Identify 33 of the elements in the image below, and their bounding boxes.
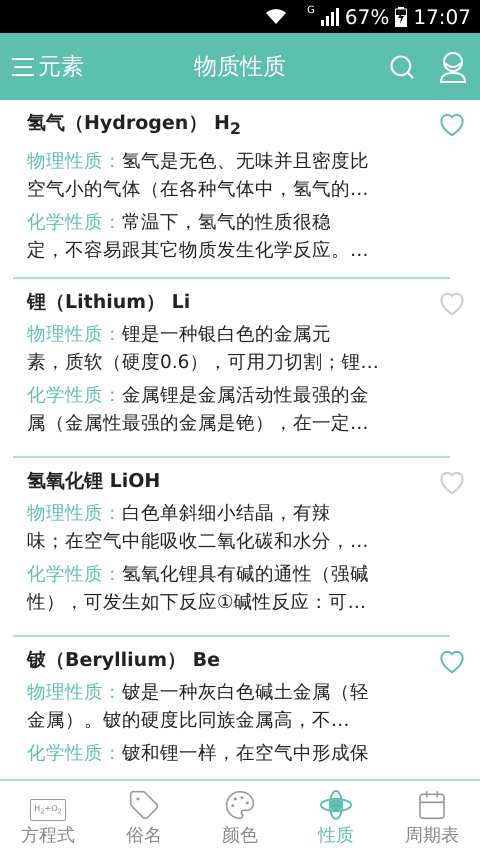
property-text: 化学性质：铍和锂一样，在空气中形成保	[27, 742, 370, 766]
property-text: 物理性质：铍是一种灰白色碱土金属（轻 金属）。铍的硬度比同族金属高，不…	[27, 681, 370, 733]
substance-title: 氢氧化锂 LiOH	[27, 469, 162, 494]
signal-icon	[320, 8, 339, 26]
property-text: 物理性质：氢气是无色、无味并且密度比 空气小的气体（在各种气体中，氢气的…	[27, 150, 370, 202]
substance-title: 氢气（Hydrogen） H$_{2}$	[27, 111, 242, 140]
equation-board-icon: H$_{2}$+O$_{2}$	[30, 799, 66, 821]
battery-percent: 67%	[344, 4, 390, 28]
menu-button[interactable]: 元素	[12, 51, 84, 82]
profile-button[interactable]	[438, 50, 468, 82]
calendar-icon	[416, 789, 448, 821]
nav-tab[interactable]: 周期表	[384, 781, 480, 853]
page-title: 物质性质	[193, 53, 287, 82]
property-text: 化学性质：氢氧化锂具有碱的通性（强碱 性），可发生如下反应①碱性反应：可…	[27, 563, 370, 615]
battery-charging-icon	[395, 6, 408, 26]
network-type: G	[307, 5, 315, 16]
tag-icon	[128, 789, 160, 821]
nav-tab[interactable]: 颜色	[192, 781, 288, 853]
wifi-icon	[265, 8, 288, 25]
palette-icon	[224, 789, 256, 821]
nav-tab[interactable]: 性质	[288, 781, 384, 853]
property-text: 化学性质：常温下，氢气的性质很稳 定，不容易跟其它物质发生化学反应。…	[27, 210, 370, 263]
substance-title: 锂（Lithium） Li	[27, 290, 192, 315]
property-text: 化学性质：金属锂是金属活动性最强的金 属（金属性最强的金属是铯），在一定…	[27, 384, 370, 436]
clock: 17:07	[413, 4, 471, 28]
property-text: 物理性质：锂是一种银白色的金属元 素，质软（硬度0.6），可用刀切割；锂…	[27, 323, 380, 375]
atom-icon	[319, 789, 353, 821]
search-button[interactable]	[388, 52, 416, 80]
nav-tab[interactable]: 俗名	[96, 781, 192, 853]
substance-title: 铍（Beryllium） Be	[27, 648, 221, 673]
menu-icon	[12, 56, 34, 76]
nav-tab[interactable]: H$_{2}$+O$_{2}$ 方程式	[0, 781, 96, 853]
property-text: 物理性质：白色单斜细小结晶，有辣 味；在空气中能吸收二氧化碳和水分，…	[27, 502, 370, 554]
